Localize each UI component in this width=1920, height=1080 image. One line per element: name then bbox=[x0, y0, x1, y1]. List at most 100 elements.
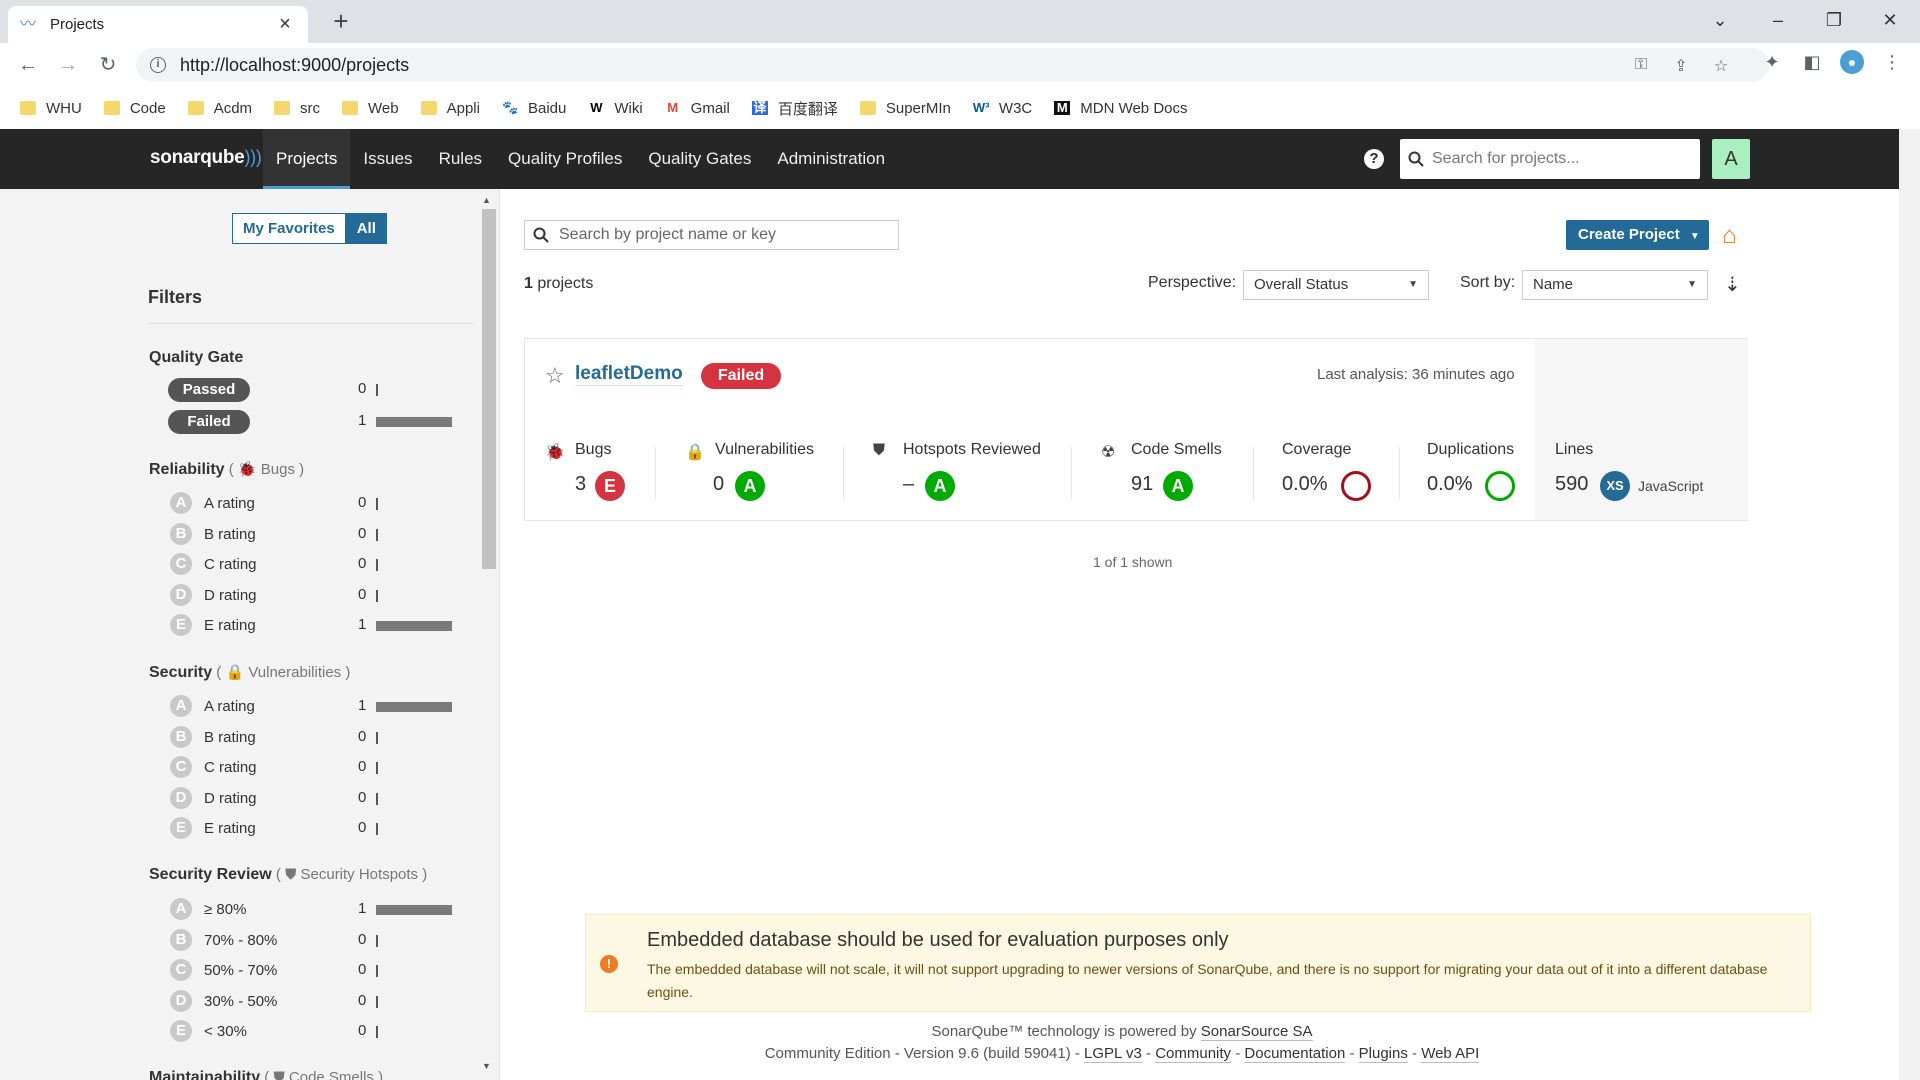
rating-d-circle[interactable]: D bbox=[170, 786, 192, 809]
nav-projects[interactable]: Projects bbox=[263, 129, 351, 189]
rating-option-label[interactable]: A rating bbox=[204, 495, 255, 512]
rating-option-label[interactable]: 70% - 80% bbox=[204, 932, 277, 949]
coverage-value[interactable]: 0.0% bbox=[1282, 473, 1328, 496]
bookmark-item[interactable]: M MDN Web Docs bbox=[1054, 100, 1188, 117]
forward-icon[interactable]: → bbox=[54, 51, 82, 79]
duplications-value[interactable]: 0.0% bbox=[1427, 473, 1473, 496]
bookmark-item[interactable]: src bbox=[274, 100, 320, 117]
back-icon[interactable]: ← bbox=[14, 51, 42, 79]
rating-c-circle[interactable]: C bbox=[170, 959, 192, 981]
rating-c-circle[interactable]: C bbox=[170, 756, 192, 778]
bookmark-item[interactable]: Code bbox=[103, 100, 166, 117]
site-info-icon[interactable]: i bbox=[150, 57, 166, 73]
sidebar-scrollbar[interactable]: ▲ ▼ bbox=[478, 189, 496, 1080]
rating-e-circle[interactable]: E bbox=[170, 614, 192, 636]
scroll-up-icon[interactable]: ▲ bbox=[482, 195, 491, 205]
footer-link-community[interactable]: Community bbox=[1155, 1045, 1232, 1063]
nav-rules[interactable]: Rules bbox=[426, 129, 495, 189]
footer-link-documentation[interactable]: Documentation bbox=[1244, 1045, 1346, 1063]
browser-tab[interactable]: 〰 Projects × bbox=[8, 6, 308, 43]
bookmark-item[interactable]: WHU bbox=[20, 100, 82, 117]
footer-link-plugins[interactable]: Plugins bbox=[1358, 1045, 1408, 1063]
my-favorites-button[interactable]: My Favorites bbox=[232, 213, 346, 244]
project-name-link[interactable]: leafletDemo bbox=[575, 363, 683, 386]
code-smells-rating[interactable]: A bbox=[1163, 471, 1193, 501]
scrollbar-thumb[interactable] bbox=[482, 209, 496, 569]
bugs-value[interactable]: 3 bbox=[575, 473, 586, 496]
bookmark-star-icon[interactable]: ☆ bbox=[1710, 56, 1732, 76]
perspective-select[interactable]: Overall Status ▼ bbox=[1243, 270, 1429, 300]
rating-option-label[interactable]: C rating bbox=[204, 556, 257, 573]
avatar[interactable]: A bbox=[1712, 139, 1750, 179]
close-tab-icon[interactable]: × bbox=[274, 13, 296, 36]
page-scrollbar[interactable] bbox=[1899, 129, 1920, 1080]
rating-option-label[interactable]: A rating bbox=[204, 698, 255, 715]
bookmark-item[interactable]: SuperMIn bbox=[859, 100, 951, 117]
vulnerabilities-value[interactable]: 0 bbox=[713, 473, 724, 496]
bugs-rating[interactable]: E bbox=[595, 471, 625, 501]
bookmark-item[interactable]: Web bbox=[342, 100, 399, 117]
bookmark-item[interactable]: 译百度翻译 bbox=[751, 98, 838, 119]
sonarqube-logo[interactable]: sonarqube))) bbox=[150, 147, 262, 169]
bookmark-item[interactable]: Appli bbox=[420, 100, 480, 117]
rating-c-circle[interactable]: C bbox=[170, 553, 192, 575]
rating-option-label[interactable]: B rating bbox=[204, 526, 256, 543]
rating-e-circle[interactable]: E bbox=[170, 817, 192, 839]
menu-kebab-icon[interactable]: ⋮ bbox=[1880, 50, 1904, 74]
help-icon[interactable]: ? bbox=[1364, 149, 1384, 169]
rating-d-circle[interactable]: D bbox=[170, 989, 192, 1012]
rating-option-label[interactable]: D rating bbox=[204, 587, 257, 604]
nav-quality-profiles[interactable]: Quality Profiles bbox=[495, 129, 635, 189]
home-icon[interactable]: ⌂ bbox=[1722, 222, 1737, 250]
nav-quality-gates[interactable]: Quality Gates bbox=[635, 129, 764, 189]
minimize-icon[interactable]: – bbox=[1750, 0, 1806, 40]
rating-a-circle[interactable]: A bbox=[170, 492, 192, 514]
nav-issues[interactable]: Issues bbox=[350, 129, 425, 189]
sort-select[interactable]: Name ▼ bbox=[1522, 270, 1708, 300]
hotspots-rating[interactable]: A bbox=[925, 471, 955, 501]
rating-option-label[interactable]: B rating bbox=[204, 729, 256, 746]
profile-icon[interactable]: ● bbox=[1840, 50, 1864, 74]
reload-icon[interactable]: ↻ bbox=[94, 51, 122, 79]
rating-option-label[interactable]: E rating bbox=[204, 820, 256, 837]
share-icon[interactable]: ⇪ bbox=[1670, 56, 1692, 76]
bookmark-item[interactable]: M Gmail bbox=[665, 100, 730, 117]
extensions-icon[interactable]: ✦ bbox=[1760, 50, 1784, 74]
bookmark-item[interactable]: 🐾 Baidu bbox=[502, 100, 566, 117]
rating-option-label[interactable]: 50% - 70% bbox=[204, 962, 277, 979]
new-tab-icon[interactable]: + bbox=[326, 6, 356, 36]
global-search-input[interactable] bbox=[1432, 150, 1692, 168]
qg-passed-badge[interactable]: Passed bbox=[168, 378, 250, 402]
omnibox[interactable]: i http://localhost:9000/projects ⚿ ⇪ ☆ bbox=[136, 48, 1769, 82]
rating-b-circle[interactable]: B bbox=[170, 522, 192, 545]
vulnerabilities-rating[interactable]: A bbox=[735, 471, 765, 501]
rating-option-label[interactable]: E rating bbox=[204, 617, 256, 634]
project-search[interactable] bbox=[524, 220, 899, 250]
footer-link-web-api[interactable]: Web API bbox=[1421, 1045, 1480, 1063]
bookmark-item[interactable]: W Wiki bbox=[588, 100, 642, 117]
sonarsource-link[interactable]: SonarSource SA bbox=[1200, 1023, 1313, 1041]
code-smells-value[interactable]: 91 bbox=[1131, 473, 1153, 496]
rating-option-label[interactable]: C rating bbox=[204, 759, 257, 776]
rating-option-label[interactable]: ≥ 80% bbox=[204, 901, 246, 918]
qg-failed-badge[interactable]: Failed bbox=[168, 410, 250, 434]
global-search[interactable] bbox=[1400, 139, 1700, 179]
url-text[interactable]: http://localhost:9000/projects bbox=[180, 55, 409, 76]
rating-b-circle[interactable]: B bbox=[170, 725, 192, 748]
favorite-star-icon[interactable]: ☆ bbox=[545, 363, 565, 389]
rating-option-label[interactable]: D rating bbox=[204, 790, 257, 807]
tab-search-chevron-icon[interactable]: ⌄ bbox=[1692, 0, 1748, 40]
nav-administration[interactable]: Administration bbox=[764, 129, 898, 189]
scroll-down-icon[interactable]: ▼ bbox=[482, 1061, 491, 1071]
project-search-input[interactable] bbox=[559, 226, 889, 244]
rating-b-circle[interactable]: B bbox=[170, 928, 192, 951]
restore-icon[interactable]: ❐ bbox=[1806, 0, 1862, 40]
rating-a-circle[interactable]: A bbox=[170, 898, 192, 920]
key-icon[interactable]: ⚿ bbox=[1630, 56, 1652, 74]
rating-d-circle[interactable]: D bbox=[170, 583, 192, 606]
close-window-icon[interactable]: ✕ bbox=[1862, 0, 1918, 40]
all-button[interactable]: All bbox=[345, 213, 387, 244]
sort-order-icon[interactable]: ⇣ bbox=[1724, 272, 1741, 297]
rating-a-circle[interactable]: A bbox=[170, 695, 192, 717]
footer-link-lgpl-v3[interactable]: LGPL v3 bbox=[1084, 1045, 1142, 1063]
